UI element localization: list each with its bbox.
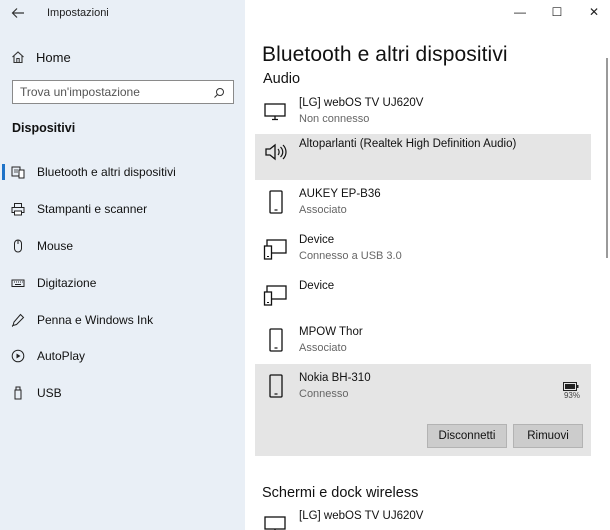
sidebar-item-typing[interactable]: Digitazione bbox=[0, 268, 245, 298]
bluetooth-devices-icon bbox=[11, 165, 25, 179]
device-status: Connesso bbox=[299, 388, 349, 400]
device-name: Device bbox=[299, 234, 335, 246]
sidebar-item-pen[interactable]: Penna e Windows Ink bbox=[0, 305, 245, 335]
phone-icon bbox=[263, 373, 289, 399]
close-button[interactable]: ✕ bbox=[579, 2, 609, 22]
sidebar-home[interactable]: Home bbox=[10, 46, 230, 68]
sidebar-item-label: Penna e Windows Ink bbox=[37, 313, 154, 327]
battery-percent: 93% bbox=[563, 391, 580, 400]
mouse-icon bbox=[11, 239, 25, 253]
device-name: Altoparlanti (Realtek High Definition Au… bbox=[299, 138, 517, 150]
monitor-icon bbox=[263, 98, 289, 124]
device-name: [LG] webOS TV UJ620V bbox=[299, 97, 424, 109]
home-icon bbox=[10, 49, 26, 65]
device-item[interactable]: Altoparlanti (Realtek High Definition Au… bbox=[255, 134, 591, 180]
sidebar-item-mouse[interactable]: Mouse bbox=[0, 231, 245, 261]
speaker-icon bbox=[263, 139, 289, 165]
sidebar-item-label: USB bbox=[37, 386, 62, 400]
sidebar: Impostazioni Home Dispositivi Bluetooth … bbox=[0, 0, 245, 530]
maximize-button[interactable]: ☐ bbox=[542, 2, 572, 22]
sidebar-item-label: Bluetooth e altri dispositivi bbox=[37, 165, 176, 179]
autoplay-icon bbox=[11, 349, 25, 363]
device-item-expanded[interactable]: Nokia BH-310 Connesso 93% Disconnetti Ri… bbox=[255, 364, 591, 456]
device-status: Connesso a USB 3.0 bbox=[299, 250, 402, 262]
sidebar-item-bluetooth[interactable]: Bluetooth e altri dispositivi bbox=[0, 157, 245, 187]
page-title: Bluetooth e altri dispositivi bbox=[262, 43, 508, 66]
audio-section-heading: Audio bbox=[263, 71, 301, 87]
printer-icon bbox=[11, 202, 25, 216]
device-name: AUKEY EP-B36 bbox=[299, 188, 381, 200]
monitor-icon bbox=[263, 511, 289, 530]
section-title: Dispositivi bbox=[12, 121, 76, 135]
phone-icon bbox=[263, 327, 289, 353]
devices-icon bbox=[263, 281, 289, 307]
device-name: Nokia BH-310 bbox=[299, 372, 371, 384]
keyboard-icon bbox=[11, 276, 25, 290]
device-item[interactable]: [LG] webOS TV UJ620V Non connesso bbox=[255, 93, 591, 139]
device-status: Non connesso bbox=[299, 113, 370, 125]
sidebar-item-label: AutoPlay bbox=[37, 349, 86, 363]
sidebar-item-label: Digitazione bbox=[37, 276, 97, 290]
device-item[interactable]: MPOW Thor Associato bbox=[255, 322, 591, 368]
battery-icon bbox=[563, 378, 579, 391]
device-name: Device bbox=[299, 280, 335, 292]
usb-icon bbox=[11, 386, 25, 400]
device-name: [LG] webOS TV UJ620V bbox=[299, 510, 424, 522]
search-input[interactable] bbox=[20, 84, 200, 100]
wireless-section-heading: Schermi e dock wireless bbox=[262, 485, 419, 501]
sidebar-item-printers[interactable]: Stampanti e scanner bbox=[0, 194, 245, 224]
sidebar-item-label: Stampanti e scanner bbox=[37, 202, 148, 216]
sidebar-item-autoplay[interactable]: AutoPlay bbox=[0, 341, 245, 371]
search-box[interactable] bbox=[12, 80, 234, 104]
device-status: Associato bbox=[299, 204, 347, 216]
devices-icon bbox=[263, 235, 289, 261]
device-status: Associato bbox=[299, 342, 347, 354]
device-item[interactable]: Device Connesso a USB 3.0 bbox=[255, 230, 591, 276]
app-title: Impostazioni bbox=[47, 7, 109, 19]
sidebar-item-label: Mouse bbox=[37, 239, 74, 253]
disconnect-button[interactable]: Disconnetti bbox=[427, 424, 507, 448]
remove-button[interactable]: Rimuovi bbox=[513, 424, 583, 448]
search-icon[interactable] bbox=[213, 86, 225, 98]
main-content: — ☐ ✕ Bluetooth e altri dispositivi Audi… bbox=[245, 0, 610, 530]
back-arrow-icon[interactable] bbox=[10, 5, 26, 21]
sidebar-home-label: Home bbox=[36, 49, 71, 65]
scrollbar[interactable] bbox=[606, 58, 608, 258]
phone-icon bbox=[263, 189, 289, 215]
device-item[interactable]: Nokia BH-310 Connesso bbox=[255, 368, 591, 414]
sidebar-item-usb[interactable]: USB bbox=[0, 378, 245, 408]
device-item[interactable]: [LG] webOS TV UJ620V bbox=[255, 506, 591, 530]
device-item[interactable]: AUKEY EP-B36 Associato bbox=[255, 184, 591, 230]
device-item[interactable]: Device bbox=[255, 276, 591, 322]
device-name: MPOW Thor bbox=[299, 326, 363, 338]
pen-icon bbox=[11, 313, 25, 327]
minimize-button[interactable]: — bbox=[505, 2, 535, 22]
